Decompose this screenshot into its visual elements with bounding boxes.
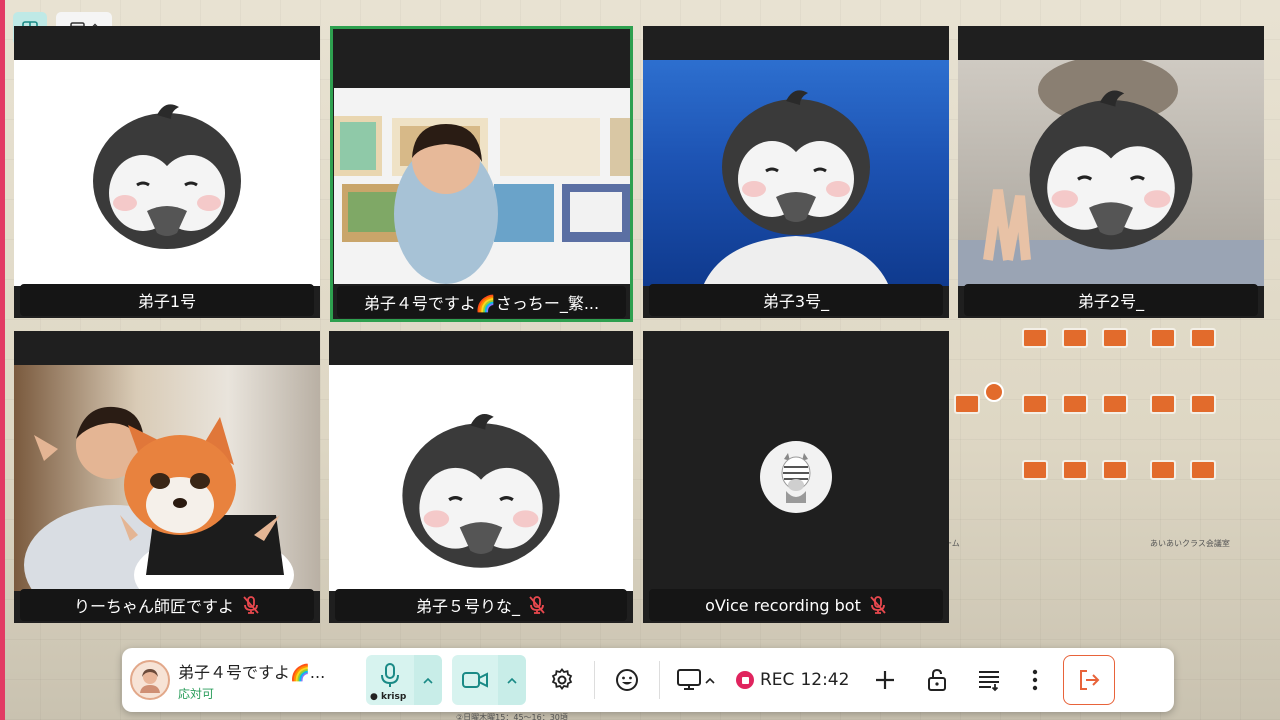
video-camera-icon <box>462 672 488 688</box>
meeting-toolbar: 弟子４号ですよ🌈... 応対可 ● krisp REC 12:42 <box>122 648 1174 712</box>
microphone-button[interactable]: ● krisp <box>366 655 414 705</box>
lock-button[interactable] <box>911 655 963 705</box>
map-desk <box>1022 394 1048 414</box>
leave-button[interactable] <box>1063 655 1116 705</box>
reaction-button[interactable] <box>601 655 653 705</box>
map-desk <box>1062 394 1088 414</box>
map-desk <box>1150 328 1176 348</box>
participant-name: 弟子3号_ <box>762 292 830 311</box>
penguin-avatar-icon <box>402 414 560 568</box>
video-feed <box>14 60 320 286</box>
penguin-avatar-icon <box>722 90 870 236</box>
participant-name: oVice recording bot <box>705 595 861 615</box>
settings-button[interactable] <box>536 655 588 705</box>
microphone-icon <box>381 663 399 687</box>
map-desk <box>1190 460 1216 480</box>
krisp-label: ● krisp <box>370 692 407 702</box>
map-desk <box>1150 460 1176 480</box>
map-desk <box>1190 328 1216 348</box>
participant-name-bar: 弟子2号_ <box>964 284 1258 316</box>
record-stop-icon <box>736 671 754 689</box>
plus-icon <box>876 671 895 689</box>
rec-label: REC <box>760 670 795 690</box>
video-feed <box>958 60 1264 286</box>
video-feed <box>643 60 949 286</box>
participant-name: 弟子５号りな_ <box>415 597 520 616</box>
current-user-name: 弟子４号ですよ🌈... <box>178 662 326 682</box>
mic-muted-icon <box>528 595 546 615</box>
toolbar-divider <box>659 661 660 699</box>
video-feed <box>14 365 320 591</box>
participant-name-bar: oVice recording bot <box>649 589 943 621</box>
participant-name: 弟子2号_ <box>1077 292 1145 311</box>
participant-name: 弟子1号 <box>137 292 197 311</box>
participant-list-button[interactable] <box>963 655 1015 705</box>
toolbar-divider <box>594 661 595 699</box>
user-avatar-icon <box>140 669 160 693</box>
chevron-up-icon <box>507 677 517 684</box>
more-vertical-icon <box>1033 669 1038 691</box>
zebra-avatar <box>760 441 832 513</box>
unlock-icon <box>928 668 947 691</box>
avatar[interactable] <box>130 660 170 700</box>
map-desk <box>1102 460 1128 480</box>
video-tile[interactable]: 弟子3号_ <box>643 26 949 318</box>
participant-name-bar: りーちゃん師匠ですよ <box>20 589 314 621</box>
screen-share-image <box>334 116 630 284</box>
screen-share-button[interactable] <box>666 655 726 705</box>
penguin-avatar-icon <box>1029 90 1193 250</box>
map-desk <box>1102 394 1128 414</box>
participant-name-bar: 弟子1号 <box>20 284 314 316</box>
map-desk <box>1022 460 1048 480</box>
map-desk <box>1062 328 1088 348</box>
map-user-avatar[interactable] <box>984 382 1004 402</box>
video-feed <box>329 365 633 591</box>
camera-options-button[interactable] <box>498 655 526 705</box>
video-tile[interactable]: 弟子1号 <box>14 26 320 318</box>
fox-avatar-scene <box>24 406 294 591</box>
penguin-avatar-icon <box>93 104 241 249</box>
map-desk <box>954 394 980 414</box>
smiley-icon <box>616 669 638 691</box>
map-desk <box>1150 394 1176 414</box>
add-button[interactable] <box>859 655 911 705</box>
camera-button[interactable] <box>452 655 498 705</box>
monitor-icon <box>677 669 701 690</box>
current-user-chip[interactable]: 弟子４号ですよ🌈... 応対可 <box>122 659 354 702</box>
video-tile[interactable]: りーちゃん師匠ですよ <box>14 331 320 623</box>
zebra-icon <box>781 453 811 503</box>
video-tile-active[interactable]: 弟子４号ですよ🌈さっちー_繁... <box>330 26 633 322</box>
map-room-label: あいあいクラス会議室 <box>1150 539 1230 548</box>
rec-timer: 12:42 <box>800 670 850 690</box>
map-schedule-label: ②日曜木曜15：45～16：30頃 <box>456 713 568 720</box>
map-desk <box>1102 328 1128 348</box>
participant-name: 弟子４号ですよ🌈さっちー_繁... <box>363 294 600 313</box>
list-icon <box>979 671 1000 692</box>
mic-muted-icon <box>242 595 260 615</box>
video-tile[interactable]: oVice recording bot <box>643 331 949 623</box>
video-feed <box>334 88 630 284</box>
window-edge <box>0 0 5 720</box>
participant-name-bar: 弟子５号りな_ <box>335 589 627 621</box>
exit-icon <box>1080 670 1100 690</box>
video-tile[interactable]: 弟子５号りな_ <box>329 331 633 623</box>
more-options-button[interactable] <box>1015 655 1055 705</box>
participant-name-bar: 弟子3号_ <box>649 284 943 316</box>
map-desk <box>1190 394 1216 414</box>
participant-name: りーちゃん師匠ですよ <box>73 597 234 616</box>
mic-muted-icon <box>869 595 887 615</box>
gear-icon <box>551 668 573 690</box>
map-desk <box>1022 328 1048 348</box>
map-desk <box>1062 460 1088 480</box>
recording-status[interactable]: REC 12:42 <box>726 670 859 690</box>
chevron-up-icon <box>705 677 715 684</box>
user-status[interactable]: 応対可 <box>178 685 325 702</box>
chevron-up-icon <box>423 677 433 684</box>
video-tile[interactable]: 弟子2号_ <box>958 26 1264 318</box>
microphone-options-button[interactable] <box>414 655 442 705</box>
participant-name-bar: 弟子４号ですよ🌈さっちー_繁... <box>337 286 626 318</box>
